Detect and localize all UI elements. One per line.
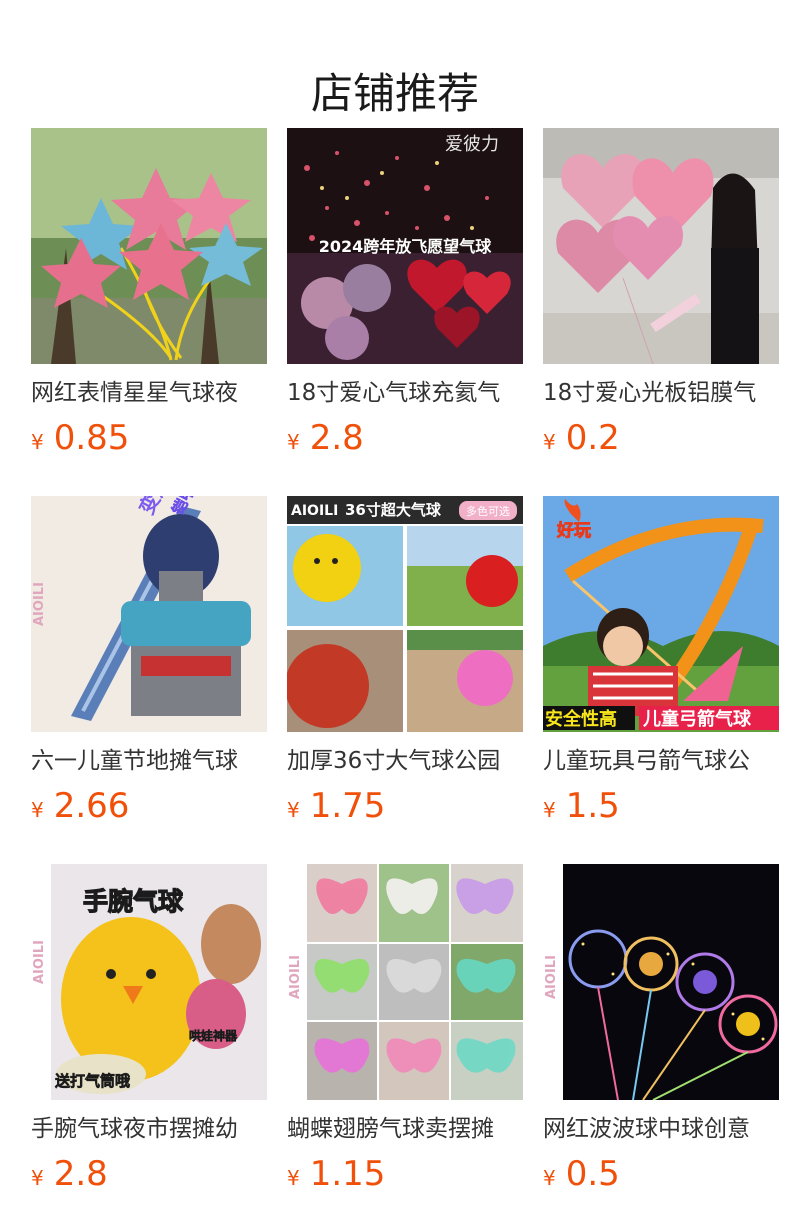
- currency-symbol: ¥: [31, 430, 44, 454]
- currency-symbol: ¥: [543, 430, 556, 454]
- product-name[interactable]: 蝴蝶翅膀气球卖摆摊: [287, 1112, 523, 1146]
- product-image[interactable]: AIOILI 36寸超大气球 多色可选: [287, 496, 523, 732]
- product-card[interactable]: AIOILI 手腕气球 哄娃神器 送打气筒哦 手腕气球夜市摆摊幼 ¥2.8: [31, 864, 267, 1232]
- brand-watermark: 爱彼力: [445, 134, 499, 155]
- side-brand: AIOILI: [32, 582, 47, 626]
- currency-symbol: ¥: [287, 798, 300, 822]
- price-value: 0.2: [565, 418, 620, 458]
- price-value: 0.85: [53, 418, 130, 458]
- currency-symbol: ¥: [543, 798, 556, 822]
- image-caption-left: 安全性高: [545, 708, 617, 730]
- product-image[interactable]: AIOILI 手腕气球 哄娃神器 送打气筒哦: [31, 864, 267, 1100]
- recommend-page: 店铺推荐 网红表情星星气球夜 ¥ 0.85 爱彼力 2024跨年放飞愿望气球 1…: [0, 0, 790, 1232]
- side-brand: AIOILI: [544, 955, 559, 999]
- product-card[interactable]: AIOILI: [287, 864, 523, 1232]
- product-price: ¥0.5: [543, 1152, 620, 1196]
- product-price: ¥1.15: [287, 1152, 385, 1196]
- product-image[interactable]: 安全性高 儿童弓箭气球 好玩: [543, 496, 779, 732]
- currency-symbol: ¥: [543, 1166, 556, 1190]
- product-image[interactable]: AIOILI: [287, 864, 523, 1100]
- image-banner: 2024跨年放飞愿望气球: [319, 237, 493, 256]
- currency-symbol: ¥: [287, 430, 300, 454]
- image-tag: 好玩: [556, 520, 591, 541]
- product-card[interactable]: 爱彼力 2024跨年放飞愿望气球 18寸爱心气球充氦气 ¥2.8: [287, 128, 523, 496]
- product-image[interactable]: [543, 128, 779, 364]
- product-image[interactable]: AIOILI: [543, 864, 779, 1100]
- price-value: 2.8: [53, 1154, 108, 1194]
- product-price: ¥0.85: [31, 416, 129, 460]
- product-name[interactable]: 网红表情星星气球夜: [31, 376, 267, 410]
- product-card[interactable]: AIOILI: [543, 864, 779, 1232]
- currency-symbol: ¥: [31, 798, 44, 822]
- product-image[interactable]: [31, 128, 267, 364]
- product-price: ¥2.8: [31, 1152, 108, 1196]
- currency-symbol: ¥: [287, 1166, 300, 1190]
- side-brand: AIOILI: [288, 955, 303, 999]
- product-name[interactable]: 加厚36寸大气球公园: [287, 744, 523, 778]
- side-brand: AIOILI: [32, 940, 47, 984]
- price-value: 0.5: [565, 1154, 620, 1194]
- product-name[interactable]: 手腕气球夜市摆摊幼: [31, 1112, 267, 1146]
- image-banner: 36寸超大气球: [345, 501, 442, 519]
- price-value: 2.8: [309, 418, 364, 458]
- product-grid: 网红表情星星气球夜 ¥0.85 爱彼力 2024跨年放飞愿望气球 18寸爱心气球…: [31, 128, 779, 1232]
- product-name[interactable]: 儿童玩具弓箭气球公: [543, 744, 779, 778]
- product-image[interactable]: AIOILI 变形金刚 铠甲+面具+星际剑: [31, 496, 267, 732]
- product-card[interactable]: 18寸爱心光板铝膜气 ¥0.2: [543, 128, 779, 496]
- product-price: ¥1.75: [287, 784, 385, 828]
- product-card[interactable]: 网红表情星星气球夜 ¥0.85: [31, 128, 267, 496]
- page-title: 店铺推荐: [310, 69, 479, 119]
- product-price: ¥0.2: [543, 416, 620, 460]
- image-caption-right: 儿童弓箭气球: [642, 708, 752, 730]
- product-name[interactable]: 网红波波球中球创意: [543, 1112, 779, 1146]
- price-value: 2.66: [53, 786, 130, 826]
- currency-symbol: ¥: [31, 1166, 44, 1190]
- product-card[interactable]: AIOILI 36寸超大气球 多色可选 加厚36寸大气球公园 ¥ 1.75: [287, 496, 523, 864]
- image-banner: 手腕气球: [83, 887, 184, 916]
- product-price: ¥1.5: [543, 784, 620, 828]
- product-name[interactable]: 18寸爱心气球充氦气: [287, 376, 523, 410]
- product-card[interactable]: AIOILI 变形金刚 铠甲+面具+星际剑 六一儿童节地摊气球 ¥2.66: [31, 496, 267, 864]
- image-note: 哄娃神器: [189, 1028, 238, 1043]
- product-name[interactable]: 六一儿童节地摊气球: [31, 744, 267, 778]
- image-note: 送打气筒哦: [54, 1072, 130, 1090]
- image-tag: 多色可选: [466, 504, 510, 518]
- price-value: 1.5: [565, 786, 620, 826]
- product-name[interactable]: 18寸爱心光板铝膜气: [543, 376, 779, 410]
- product-price: ¥2.66: [31, 784, 129, 828]
- price-value: 1.75: [309, 786, 386, 826]
- product-card[interactable]: 安全性高 儿童弓箭气球 好玩 儿童玩具弓箭气球公 ¥1.5: [543, 496, 779, 864]
- brand-logo: AIOILI: [291, 503, 338, 519]
- product-image[interactable]: 爱彼力 2024跨年放飞愿望气球: [287, 128, 523, 364]
- price-value: 1.15: [309, 1154, 386, 1194]
- product-price: ¥2.8: [287, 416, 364, 460]
